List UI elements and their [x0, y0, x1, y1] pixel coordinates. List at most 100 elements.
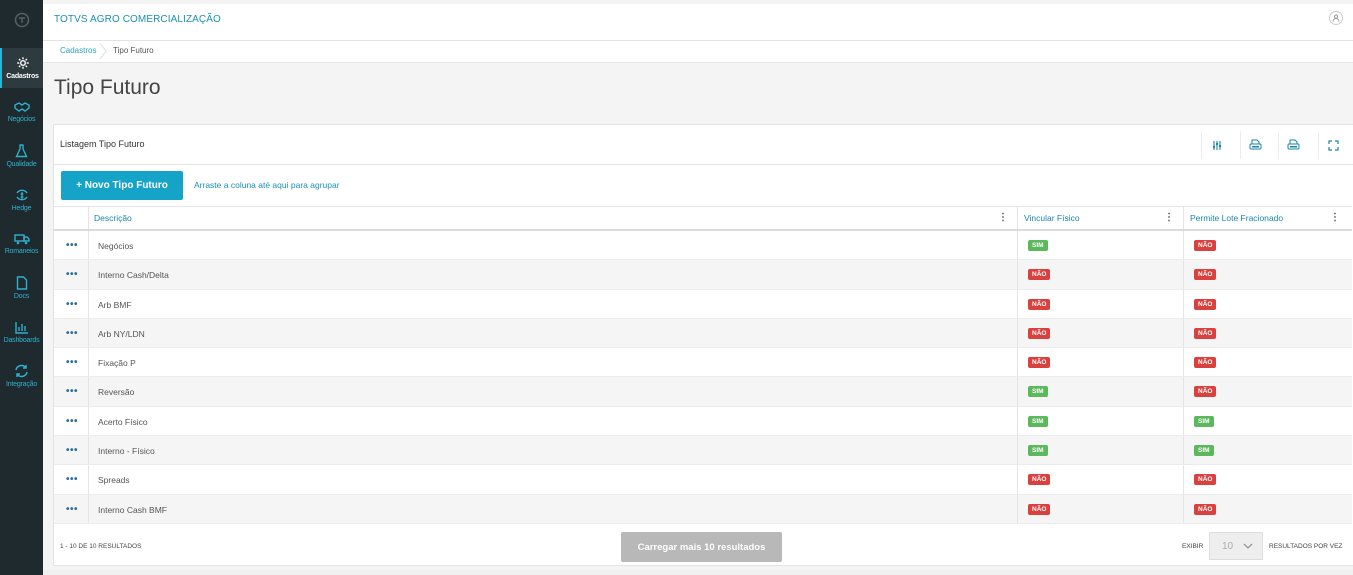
chevron-down-icon [1243, 543, 1253, 549]
row-actions-button[interactable]: ••• [66, 240, 78, 251]
truck-icon [13, 234, 30, 245]
list-card: Listagem Tipo Futuro + Novo Tipo Futuro … [53, 124, 1353, 566]
permite-lote-badge: NÃO [1194, 357, 1217, 369]
row-actions-button[interactable]: ••• [66, 328, 78, 339]
row-actions-button[interactable]: ••• [66, 269, 78, 280]
sidebar-item-label: Hedge [11, 205, 32, 212]
vincular-fisico-badge: NÃO [1028, 298, 1051, 310]
sidebar-item-qualidade[interactable]: Qualidade [0, 136, 43, 176]
sidebar-item-integracao[interactable]: Integração [0, 356, 43, 396]
export-excel-button[interactable] [1240, 131, 1270, 159]
column-header-descricao[interactable]: Descrição ⋮ [94, 207, 1014, 230]
vincular-fisico-badge: SIM [1028, 386, 1048, 398]
sidebar: Cadastros Negócios Qualidade Hedge Roman… [0, 0, 43, 575]
permite-lote-badge: NÃO [1194, 298, 1217, 310]
bar-chart-icon [14, 321, 28, 334]
table-row[interactable]: ••• Reversão SIM NÃO [54, 377, 1352, 407]
table-row[interactable]: ••• Arb BMF NÃO NÃO [54, 289, 1352, 319]
sidebar-item-cadastros[interactable]: Cadastros [0, 48, 43, 88]
page-size-value: 10 [1222, 540, 1234, 552]
row-actions-button[interactable]: ••• [66, 299, 78, 310]
vincular-fisico-badge: SIM [1028, 240, 1048, 251]
column-header-permite[interactable]: Permite Lote Fracionado ⋮ [1190, 207, 1346, 230]
permite-lote-badge: NÃO [1194, 327, 1217, 339]
permite-lote-badge: SIM [1194, 415, 1214, 427]
export-pdf-button[interactable] [1278, 131, 1308, 159]
dollar-arrows-icon [15, 189, 28, 201]
column-menu-icon[interactable]: ⋮ [1330, 212, 1340, 223]
breadcrumb-item-current: Tipo Futuro [113, 46, 154, 55]
table-row[interactable]: ••• Interno - Físico SIM SIM [54, 436, 1352, 466]
table-row[interactable]: ••• Acerto Físico SIM SIM [54, 406, 1352, 437]
row-descricao: Spreads [98, 475, 130, 486]
page-size-select[interactable]: 10 [1209, 532, 1263, 560]
row-descricao: Arb BMF [98, 299, 132, 310]
row-actions-button[interactable]: ••• [66, 416, 78, 427]
new-tipo-futuro-button[interactable]: + Novo Tipo Futuro [61, 171, 183, 200]
group-drop-zone[interactable]: Arraste a coluna até aqui para agrupar [194, 180, 340, 190]
app-brand[interactable]: TOTVS AGRO COMERCIALIZAÇÃO [54, 14, 221, 25]
grid-header: Descrição ⋮ Vincular Físico ⋮ Permite Lo… [54, 206, 1352, 231]
app-logo[interactable] [0, 4, 43, 36]
column-menu-icon[interactable]: ⋮ [998, 212, 1008, 223]
table-row[interactable]: ••• Spreads NÃO NÃO [54, 465, 1352, 495]
row-descricao: Negócios [98, 241, 134, 251]
breadcrumb-item-cadastros[interactable]: Cadastros [60, 46, 96, 55]
table-row[interactable]: ••• Fixação P NÃO NÃO [54, 348, 1352, 378]
table-row[interactable]: ••• Interno Cash BMF NÃO NÃO [54, 494, 1352, 524]
sidebar-item-hedge[interactable]: Hedge [0, 180, 43, 220]
sidebar-item-dashboards[interactable]: Dashboards [0, 312, 43, 352]
list-title: Listagem Tipo Futuro [60, 139, 145, 149]
sidebar-item-negocios[interactable]: Negócios [0, 92, 43, 132]
sidebar-item-label: Docs [13, 293, 30, 300]
sidebar-item-label: Romaneios [4, 248, 39, 255]
sidebar-item-docs[interactable]: Docs [0, 268, 43, 308]
bottom-edge [43, 570, 1353, 575]
table-row[interactable]: ••• Interno Cash/Delta NÃO NÃO [54, 260, 1352, 290]
app-root: Cadastros Negócios Qualidade Hedge Roman… [0, 0, 1353, 575]
row-descricao: Reversão [98, 387, 135, 398]
table-row[interactable]: ••• Negócios SIM NÃO [54, 231, 1352, 261]
result-count: 1 - 10 DE 10 RESULTADOS [60, 543, 142, 550]
breadcrumb-separator-icon [99, 42, 107, 60]
table-row[interactable]: ••• Arb NY/LDN NÃO NÃO [54, 318, 1352, 349]
vincular-fisico-badge: SIM [1028, 445, 1048, 457]
column-menu-icon[interactable]: ⋮ [1164, 212, 1174, 223]
column-header-vincular[interactable]: Vincular Físico ⋮ [1024, 207, 1180, 230]
permite-lote-badge: NÃO [1194, 503, 1217, 515]
row-descricao: Interno Cash BMF [98, 504, 167, 515]
vincular-fisico-badge: NÃO [1028, 357, 1051, 369]
row-actions-button[interactable]: ••• [66, 504, 78, 515]
flask-icon [15, 144, 28, 158]
page-size-label: EXIBIR [1182, 543, 1204, 550]
top-bar: TOTVS AGRO COMERCIALIZAÇÃO [43, 4, 1353, 41]
vincular-fisico-badge: NÃO [1028, 327, 1051, 339]
user-icon[interactable] [1329, 11, 1343, 25]
vincular-fisico-badge: SIM [1028, 415, 1048, 427]
load-more-button[interactable]: Carregar mais 10 resultados [621, 532, 782, 562]
export-pdf-icon [1287, 139, 1300, 150]
permite-lote-badge: NÃO [1194, 240, 1217, 251]
row-actions-button[interactable]: ••• [66, 445, 78, 456]
fullscreen-button[interactable] [1318, 131, 1348, 159]
vincular-fisico-badge: NÃO [1028, 474, 1051, 486]
row-actions-button[interactable]: ••• [66, 386, 78, 397]
page-title: Tipo Futuro [54, 76, 161, 99]
gear-icon [16, 57, 29, 69]
sidebar-item-label: Integração [5, 381, 38, 388]
grid-body: ••• Negócios SIM NÃO ••• Interno Cash/Delta NÃ… [54, 231, 1352, 524]
sidebar-item-label: Cadastros [6, 73, 39, 80]
row-actions-button[interactable]: ••• [66, 357, 78, 368]
permite-lote-badge: NÃO [1194, 474, 1217, 486]
columns-settings-icon [1212, 140, 1221, 150]
sidebar-item-label: Qualidade [6, 161, 37, 168]
permite-lote-badge: SIM [1194, 445, 1214, 457]
export-excel-icon [1249, 139, 1262, 150]
columns-settings-button[interactable] [1201, 131, 1231, 159]
row-descricao: Fixação P [98, 358, 136, 369]
row-actions-button[interactable]: ••• [66, 474, 78, 485]
row-descricao: Acerto Físico [98, 416, 148, 427]
column-header-label: Vincular Físico [1024, 213, 1080, 223]
sidebar-item-romaneios[interactable]: Romaneios [0, 224, 43, 264]
permite-lote-badge: NÃO [1194, 386, 1217, 398]
